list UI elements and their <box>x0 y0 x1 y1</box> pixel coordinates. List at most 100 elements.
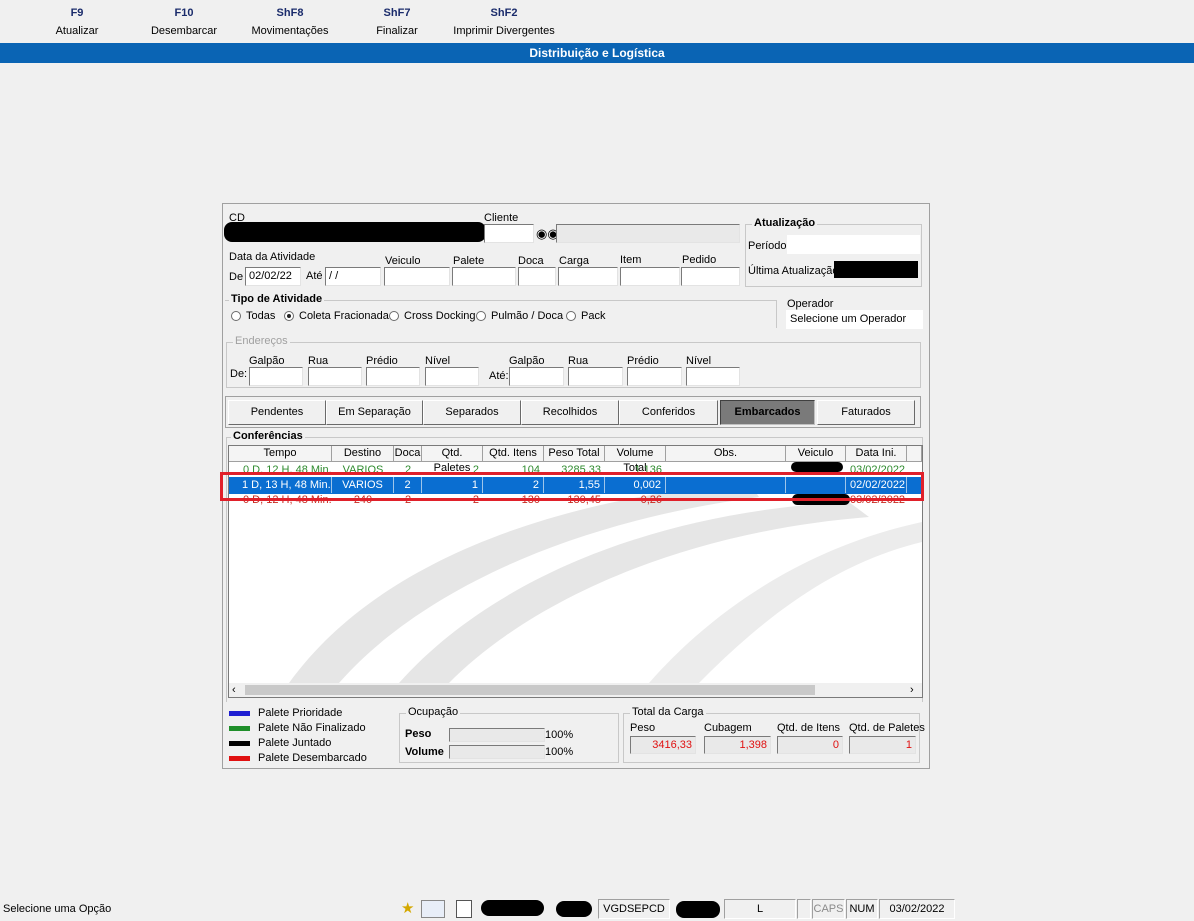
col-tempo-header[interactable]: Tempo <box>229 446 332 462</box>
shf8-movimentacoes-button[interactable]: ShF8 Movimentações <box>248 6 332 38</box>
item-label: Item <box>620 254 642 266</box>
f10-key-label: F10 <box>174 7 194 19</box>
galpao-ate-label: Galpão <box>509 355 545 367</box>
col-paletes-header[interactable]: Qtd. Paletes <box>422 446 483 474</box>
galpao-de-label: Galpão <box>249 355 285 367</box>
shf2-action-label: Imprimir Divergentes <box>453 25 555 37</box>
carga-label: Carga <box>559 255 589 267</box>
galpao-ate-input[interactable] <box>509 367 564 386</box>
col-data-header[interactable]: Data Ini. <box>846 446 907 462</box>
shf2-key-label: ShF2 <box>490 7 518 19</box>
radio-coleta-fracionada[interactable]: Coleta Fracionada <box>284 310 389 322</box>
col-obs-header[interactable]: Obs. <box>666 446 786 462</box>
tab-faturados[interactable]: Faturados <box>817 400 915 425</box>
radio-circle <box>231 311 241 321</box>
galpao-de-input[interactable] <box>249 367 303 386</box>
scroll-right-icon[interactable]: › <box>910 683 914 697</box>
window-title: Distribuição e Logística <box>0 43 1194 63</box>
radio-pulmao-doca[interactable]: Pulmão / Doca <box>476 310 563 322</box>
total-carga-title: Total da Carga <box>630 706 706 718</box>
shf7-action-label: Finalizar <box>376 25 418 37</box>
cliente-input[interactable] <box>484 224 534 243</box>
clipboard-icon[interactable] <box>456 900 472 918</box>
col-itens-header[interactable]: Qtd. Itens <box>483 446 544 462</box>
ocupacao-volume-pct: 100% <box>545 746 574 758</box>
status-caps: CAPS <box>812 899 845 919</box>
f10-action-label: Desembarcar <box>150 25 218 37</box>
legend-nao-finalizado-swatch <box>229 726 250 731</box>
tab-conferidos[interactable]: Conferidos <box>619 400 718 425</box>
pedido-input[interactable] <box>681 267 740 286</box>
scroll-left-icon[interactable]: ‹ <box>232 683 236 697</box>
col-peso-header[interactable]: Peso Total <box>544 446 605 462</box>
radio-pack[interactable]: Pack <box>566 310 605 322</box>
item-input[interactable] <box>620 267 680 286</box>
nivel-ate-input[interactable] <box>686 367 740 386</box>
doca-input[interactable] <box>518 267 556 286</box>
status-message: Selecione uma Opção <box>3 903 112 915</box>
tab-pendentes[interactable]: Pendentes <box>228 400 326 425</box>
status-redacted-2 <box>556 901 592 917</box>
total-peso-value: 3416,33 <box>630 736 696 754</box>
conferencias-title: Conferências <box>231 430 305 442</box>
f10-desembarcar-button[interactable]: F10 Desembarcar <box>148 6 220 38</box>
radio-todas[interactable]: Todas <box>231 310 275 322</box>
user-documents-icon[interactable] <box>421 900 445 918</box>
palete-input[interactable] <box>452 267 516 286</box>
pedido-label: Pedido <box>682 254 717 266</box>
ocupacao-volume-bar <box>449 745 545 759</box>
predio-ate-input[interactable] <box>627 367 682 386</box>
legend-nao-finalizado-label: Palete Não Finalizado <box>258 722 366 734</box>
nivel-de-input[interactable] <box>425 367 479 386</box>
enderecos-title: Endereços <box>233 335 290 347</box>
radio-coleta-label: Coleta Fracionada <box>299 310 389 322</box>
tab-separados[interactable]: Separados <box>423 400 521 425</box>
rua-ate-label: Rua <box>568 355 589 367</box>
binoculars-search-icon[interactable]: ◉◉ <box>536 225 559 242</box>
nivel-de-label: Nível <box>425 355 451 367</box>
carga-input[interactable] <box>558 267 618 286</box>
enderecos-ate-label: Até: <box>489 370 509 382</box>
tab-em-separacao[interactable]: Em Separação <box>326 400 423 425</box>
rua-de-input[interactable] <box>308 367 362 386</box>
total-cubagem-value: 1,398 <box>704 736 771 754</box>
col-veiculo-header[interactable]: Veiculo <box>786 446 846 462</box>
col-doca-header[interactable]: Doca <box>394 446 422 462</box>
predio-de-input[interactable] <box>366 367 420 386</box>
date-from-input[interactable]: 02/02/22 <box>245 267 301 286</box>
col-extra-header <box>907 446 922 462</box>
de-label: De <box>229 271 244 283</box>
radio-cross-docking[interactable]: Cross Docking <box>389 310 476 322</box>
legend-desembarcado-label: Palete Desembarcado <box>258 752 367 764</box>
scrollbar-thumb[interactable] <box>245 685 815 695</box>
col-destino-header[interactable]: Destino <box>332 446 394 462</box>
tab-recolhidos[interactable]: Recolhidos <box>521 400 619 425</box>
cd-redacted-field[interactable] <box>224 222 486 242</box>
radio-pulmao-label: Pulmão / Doca <box>491 310 564 322</box>
horizontal-scrollbar[interactable]: ‹ › <box>229 683 922 697</box>
shf2-imprimir-button[interactable]: ShF2 Imprimir Divergentes <box>450 6 558 38</box>
col-volume-header[interactable]: Volume Total <box>605 446 666 474</box>
operador-label: Operador <box>787 298 834 310</box>
cliente-label: Cliente <box>484 212 519 224</box>
shf7-finalizar-button[interactable]: ShF7 Finalizar <box>369 6 425 38</box>
ocupacao-peso-bar <box>449 728 545 742</box>
ate-label: Até <box>306 270 323 282</box>
radio-circle <box>566 311 576 321</box>
f9-atualizar-button[interactable]: F9 Atualizar <box>47 6 107 38</box>
date-to-input[interactable]: / / <box>325 267 381 286</box>
star-icon[interactable]: ★ <box>401 899 414 917</box>
radio-pack-label: Pack <box>581 310 606 322</box>
rua-ate-input[interactable] <box>568 367 623 386</box>
tab-embarcados[interactable]: Embarcados <box>720 400 815 425</box>
enderecos-de-label: De: <box>230 368 248 380</box>
veiculo-input[interactable] <box>384 267 450 286</box>
total-paletes-value: 1 <box>849 736 916 754</box>
operador-select[interactable]: Selecione um Operador <box>786 310 923 329</box>
ocupacao-peso-pct: 100% <box>545 729 574 741</box>
veiculo-label: Veiculo <box>385 255 421 267</box>
periodo-value <box>787 235 920 254</box>
atualizacao-title: Atualização <box>752 217 818 229</box>
cliente-name-field <box>556 224 740 243</box>
shf8-action-label: Movimentações <box>251 25 329 37</box>
